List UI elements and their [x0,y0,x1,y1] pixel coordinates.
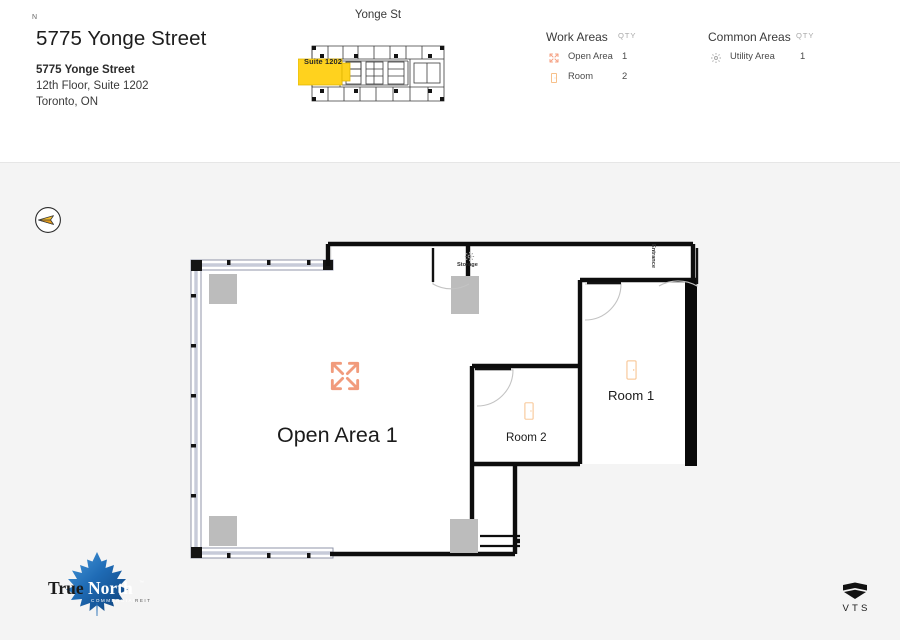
svg-text:REIT: REIT [135,598,151,603]
window-wall-top [190,259,334,271]
legend-qty-value: 2 [622,70,628,81]
entrance-label: Entrance [650,244,656,268]
exterior-wall-east [685,280,697,466]
column [450,519,478,553]
legend-label: Open Area [568,50,613,61]
key-plan-suite-highlight [298,58,351,86]
legend-work-areas: Work Areas QTY Open Area 1 Room 2 [546,28,696,86]
svg-text:True: True [48,578,84,598]
legend-title: Work Areas [546,30,608,44]
vts-wordmark: VTS [842,603,871,614]
legend-common-areas: Common Areas QTY Utility Area 1 [708,28,858,66]
address-line-1: 5775 Yonge Street [36,64,135,76]
key-plan-street-label: Yonge St [354,9,402,21]
legend-label: Utility Area [730,50,775,61]
address-line-2: 12th Floor, Suite 1202 [36,80,149,92]
legend-label: Room [568,70,594,81]
expand-arrows-icon [548,50,560,63]
space-label-storage[interactable]: Storage [457,262,478,268]
window-wall-bottom [190,547,334,559]
space-label-room-2[interactable]: Room 2 [506,431,547,444]
svg-text:™: ™ [139,580,144,586]
compass-north-label: N [32,14,38,21]
key-plan-figure: Suite 1202 [298,29,458,117]
column [209,516,237,546]
legend-title: Common Areas [708,30,791,44]
door-room-icon [524,402,534,420]
address-line-3: Toronto, ON [36,96,98,108]
key-plan: Yonge St Suite 1202 [296,8,460,117]
gear-icon [464,249,475,262]
legend-row-open-area[interactable]: Open Area 1 [546,46,696,66]
window-wall-left [190,263,202,557]
address-block: 5775 Yonge Street 5775 Yonge Street 12th… [36,26,286,110]
vts-logo: VTS [833,582,877,618]
legend-header: Work Areas QTY [546,28,696,46]
legend-qty-value: 1 [800,50,806,61]
legend-row-utility-area[interactable]: Utility Area 1 [708,46,858,66]
legend-header: Common Areas QTY [708,28,858,46]
svg-text:COMMERCIAL: COMMERCIAL [91,598,137,603]
door-room-icon [548,70,560,83]
column [451,276,479,314]
svg-text:North: North [88,578,133,598]
space-label-open-area-1[interactable]: Open Area 1 [277,423,398,448]
gear-icon [710,50,722,63]
column [209,274,237,304]
space-label-room-1[interactable]: Room 1 [608,388,654,403]
header-bar: 5775 Yonge Street 5775 Yonge Street 12th… [0,0,900,163]
page-title: 5775 Yonge Street [36,27,207,50]
door-room-icon [626,360,637,380]
legend-row-room[interactable]: Room 2 [546,66,696,86]
true-north-commercial-logo: True North ™ COMMERCIAL REIT [34,548,156,618]
legend-qty-header: QTY [796,31,815,40]
legend-qty-header: QTY [618,31,637,40]
legend-qty-value: 1 [622,50,628,61]
compass-rose [34,206,80,234]
expand-arrows-icon [326,357,364,395]
